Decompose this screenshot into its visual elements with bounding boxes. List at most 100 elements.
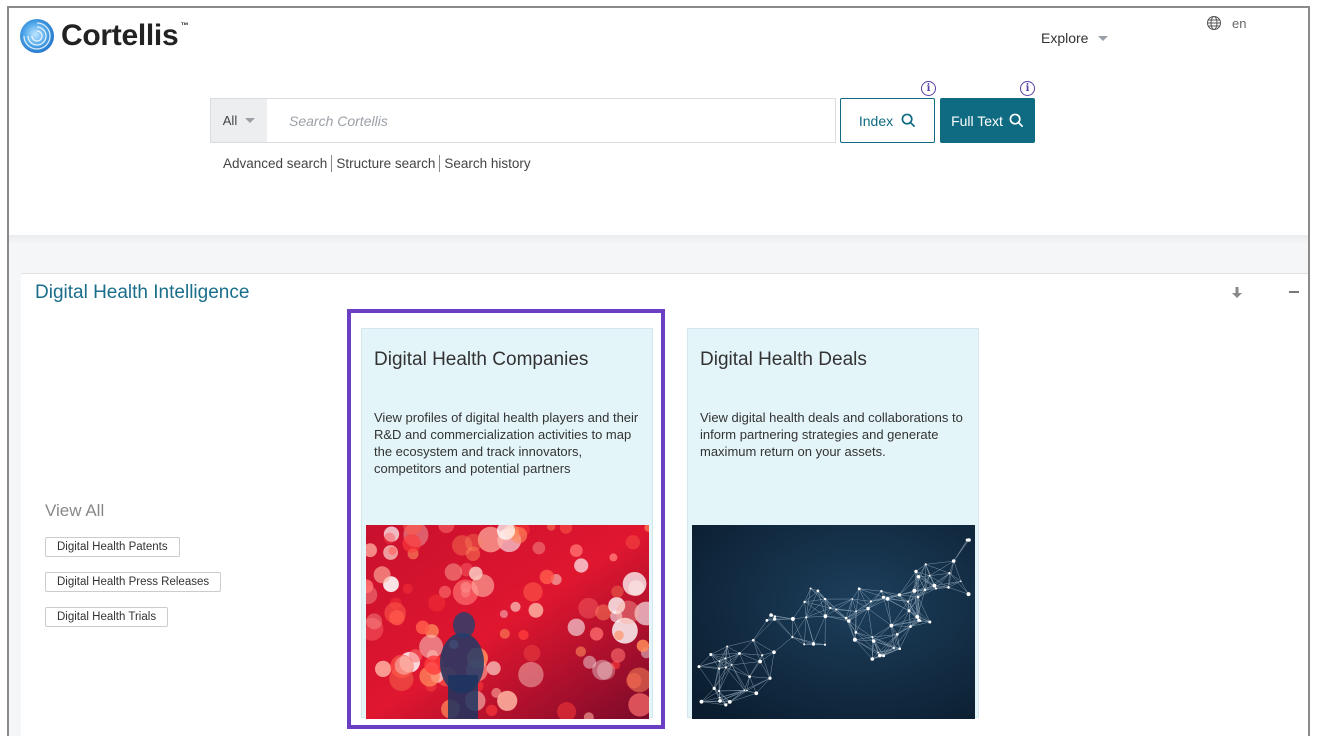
structure-search-link[interactable]: Structure search — [336, 156, 435, 171]
mesh-node — [698, 665, 701, 668]
explore-menu[interactable]: Explore — [1041, 30, 1108, 46]
mesh-node — [877, 652, 879, 654]
mesh-node — [718, 668, 720, 670]
mesh-node — [724, 657, 726, 659]
mesh-node — [824, 598, 826, 600]
tag-digital-health-trials[interactable]: Digital Health Trials — [45, 607, 168, 627]
advanced-search-link[interactable]: Advanced search — [223, 156, 327, 171]
mesh-node — [719, 660, 721, 662]
search-history-link[interactable]: Search history — [444, 156, 530, 171]
mesh-node — [738, 652, 741, 655]
index-info-icon[interactable]: i — [921, 81, 936, 96]
card-title: Digital Health Companies — [374, 349, 588, 371]
mesh-node — [805, 616, 807, 618]
explore-label: Explore — [1041, 30, 1088, 46]
bokeh-dot — [375, 661, 391, 677]
bokeh-lights-image — [366, 525, 649, 719]
card-description: View digital health deals and collaborat… — [700, 409, 972, 460]
bokeh-dot — [568, 619, 585, 636]
network-mesh-image — [692, 525, 975, 719]
bokeh-dot — [570, 544, 583, 557]
bokeh-dot — [626, 535, 640, 549]
bokeh-dot — [611, 648, 625, 662]
mesh-node — [907, 601, 909, 603]
bokeh-dot — [518, 630, 528, 640]
search-input[interactable] — [267, 99, 835, 142]
mesh-node — [947, 586, 950, 589]
bokeh-dot — [486, 705, 497, 716]
mesh-node — [817, 590, 820, 593]
mesh-node — [851, 598, 853, 600]
bokeh-dot — [439, 586, 451, 598]
mesh-node — [773, 618, 776, 621]
mesh-node — [872, 639, 875, 642]
mesh-node — [718, 699, 722, 703]
collapse-icon[interactable] — [1289, 291, 1299, 293]
bokeh-dot — [510, 602, 520, 612]
fulltext-button-label: Full Text — [951, 113, 1003, 129]
bokeh-dot — [637, 640, 649, 652]
network-mesh-graphic — [692, 525, 975, 719]
search-bar: All — [210, 98, 836, 143]
bokeh-dot — [592, 660, 612, 680]
main-content: Digital Health Intelligence View All Dig… — [9, 243, 1308, 736]
bokeh-dot — [500, 610, 508, 618]
search-icon — [1009, 113, 1024, 128]
mesh-node — [925, 563, 927, 565]
bokeh-image-graphic — [366, 525, 649, 719]
tag-digital-health-press-releases[interactable]: Digital Health Press Releases — [45, 572, 221, 592]
mesh-node — [928, 621, 931, 624]
bokeh-dot — [623, 572, 647, 596]
bokeh-dot — [523, 582, 542, 601]
tag-digital-health-patents[interactable]: Digital Health Patents — [45, 537, 180, 557]
bokeh-dot — [609, 553, 617, 561]
trademark-symbol: ™ — [181, 21, 189, 30]
language-selector[interactable]: en — [1206, 15, 1246, 31]
mesh-node — [893, 647, 895, 649]
mesh-node — [917, 619, 920, 622]
bokeh-dot — [574, 558, 588, 572]
bokeh-dot — [403, 584, 413, 594]
mesh-node — [824, 644, 826, 646]
fulltext-search-button[interactable]: Full Text — [940, 98, 1035, 143]
mesh-node — [824, 614, 828, 618]
mesh-node — [766, 619, 769, 622]
chevron-down-icon — [245, 118, 255, 123]
card-title: Digital Health Deals — [700, 349, 867, 371]
card-digital-health-companies[interactable]: Digital Health Companies View profiles o… — [361, 328, 653, 718]
fulltext-info-icon[interactable]: i — [1020, 81, 1035, 96]
index-button-label: Index — [859, 113, 893, 129]
index-search-button[interactable]: Index — [840, 98, 935, 143]
mesh-node — [929, 575, 931, 577]
mesh-node — [967, 592, 971, 596]
bokeh-dot — [469, 567, 483, 581]
mesh-node — [909, 625, 912, 628]
globe-icon — [1206, 15, 1222, 31]
mesh-node — [752, 639, 755, 642]
mesh-node — [924, 589, 927, 592]
bokeh-dot — [389, 547, 397, 555]
mesh-node — [886, 597, 890, 601]
mesh-node — [803, 601, 805, 603]
cortellis-logo[interactable]: Cortellis™ — [19, 18, 178, 54]
mesh-node — [966, 539, 969, 542]
mesh-node — [758, 660, 762, 664]
mesh-node — [845, 617, 848, 620]
search-links: Advanced search Structure search Search … — [223, 155, 531, 172]
bokeh-dot — [419, 635, 443, 659]
mesh-node — [746, 690, 748, 692]
bokeh-dot — [578, 598, 599, 619]
bokeh-dot — [590, 627, 603, 640]
mesh-node — [855, 631, 858, 634]
mesh-node — [912, 589, 916, 593]
search-scope-dropdown[interactable]: All — [211, 99, 267, 142]
bokeh-dot — [540, 570, 554, 584]
mesh-node — [870, 600, 872, 602]
arrow-down-icon[interactable] — [1231, 286, 1243, 300]
mesh-node — [744, 689, 746, 691]
mesh-node — [700, 700, 704, 704]
mesh-node — [933, 584, 937, 588]
card-digital-health-deals[interactable]: Digital Health Deals View digital health… — [687, 328, 979, 718]
mesh-node — [853, 638, 857, 642]
mesh-node — [847, 619, 851, 623]
